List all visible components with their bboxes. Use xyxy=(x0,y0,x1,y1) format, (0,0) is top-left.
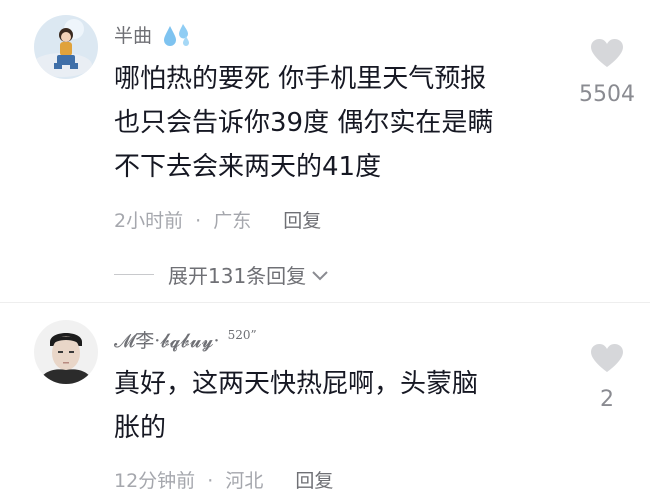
username[interactable]: 半曲 xyxy=(114,21,192,48)
heart-icon xyxy=(591,344,623,372)
reply-button[interactable]: 回复 xyxy=(283,210,321,232)
comment-item: 半曲 哪怕热的要死 你手机里天气预报 也只会告诉你39度 偶尔实在是瞒 不下去会… xyxy=(0,0,650,300)
username-suffix: 520” xyxy=(227,328,257,342)
avatar[interactable] xyxy=(34,15,98,79)
meta-separator: · xyxy=(195,210,202,232)
comment-text-line: 真好，这两天快热屁啊，头蒙脑 xyxy=(114,369,479,399)
comment-text-line: 胀的 xyxy=(114,413,167,443)
chevron-down-icon xyxy=(312,270,328,280)
comment-text-line: 哪怕热的要死 你手机里天气预报 xyxy=(114,64,487,94)
username-text: 𝓜李·𝓫𝓺𝓫𝓾𝔂· xyxy=(114,330,220,352)
meta-separator: · xyxy=(207,470,214,492)
heart-icon xyxy=(591,39,623,67)
comment-time: 12分钟前 xyxy=(114,470,196,492)
sweat-drops-icon xyxy=(164,24,190,46)
avatar-image xyxy=(34,320,98,384)
like-count: 2 xyxy=(600,387,614,412)
comment-meta: 2小时前 · 广东 回复 xyxy=(114,206,321,233)
like-button[interactable]: 2 xyxy=(577,343,637,412)
like-count: 5504 xyxy=(579,82,635,107)
comment-location: 河北 xyxy=(225,470,264,492)
comment-time: 2小时前 xyxy=(114,210,184,232)
expand-replies-label: 展开131条回复 xyxy=(168,264,307,288)
comment-text: 哪怕热的要死 你手机里天气预报 也只会告诉你39度 偶尔实在是瞒 不下去会来两天… xyxy=(114,57,554,189)
comment-item: 𝓜李·𝓫𝓺𝓫𝓾𝔂· 520” 真好，这两天快热屁啊，头蒙脑 胀的 12分钟前 ·… xyxy=(0,305,650,503)
reply-button[interactable]: 回复 xyxy=(295,470,333,492)
comment-meta: 12分钟前 · 河北 回复 xyxy=(114,466,333,493)
expand-replies-button[interactable]: 展开131条回复 xyxy=(114,260,330,289)
avatar[interactable] xyxy=(34,320,98,384)
comment-text: 真好，这两天快热屁啊，头蒙脑 胀的 xyxy=(114,362,554,450)
username-text: 半曲 xyxy=(114,25,153,47)
comment-text-line: 也只会告诉你39度 偶尔实在是瞒 xyxy=(114,108,494,138)
username[interactable]: 𝓜李·𝓫𝓺𝓫𝓾𝔂· 520” xyxy=(114,326,257,353)
avatar-image xyxy=(34,15,98,79)
comment-text-line: 不下去会来两天的41度 xyxy=(114,152,382,182)
expand-line xyxy=(114,274,154,275)
like-button[interactable]: 5504 xyxy=(577,38,637,107)
divider xyxy=(0,302,650,303)
comment-location: 广东 xyxy=(213,210,252,232)
